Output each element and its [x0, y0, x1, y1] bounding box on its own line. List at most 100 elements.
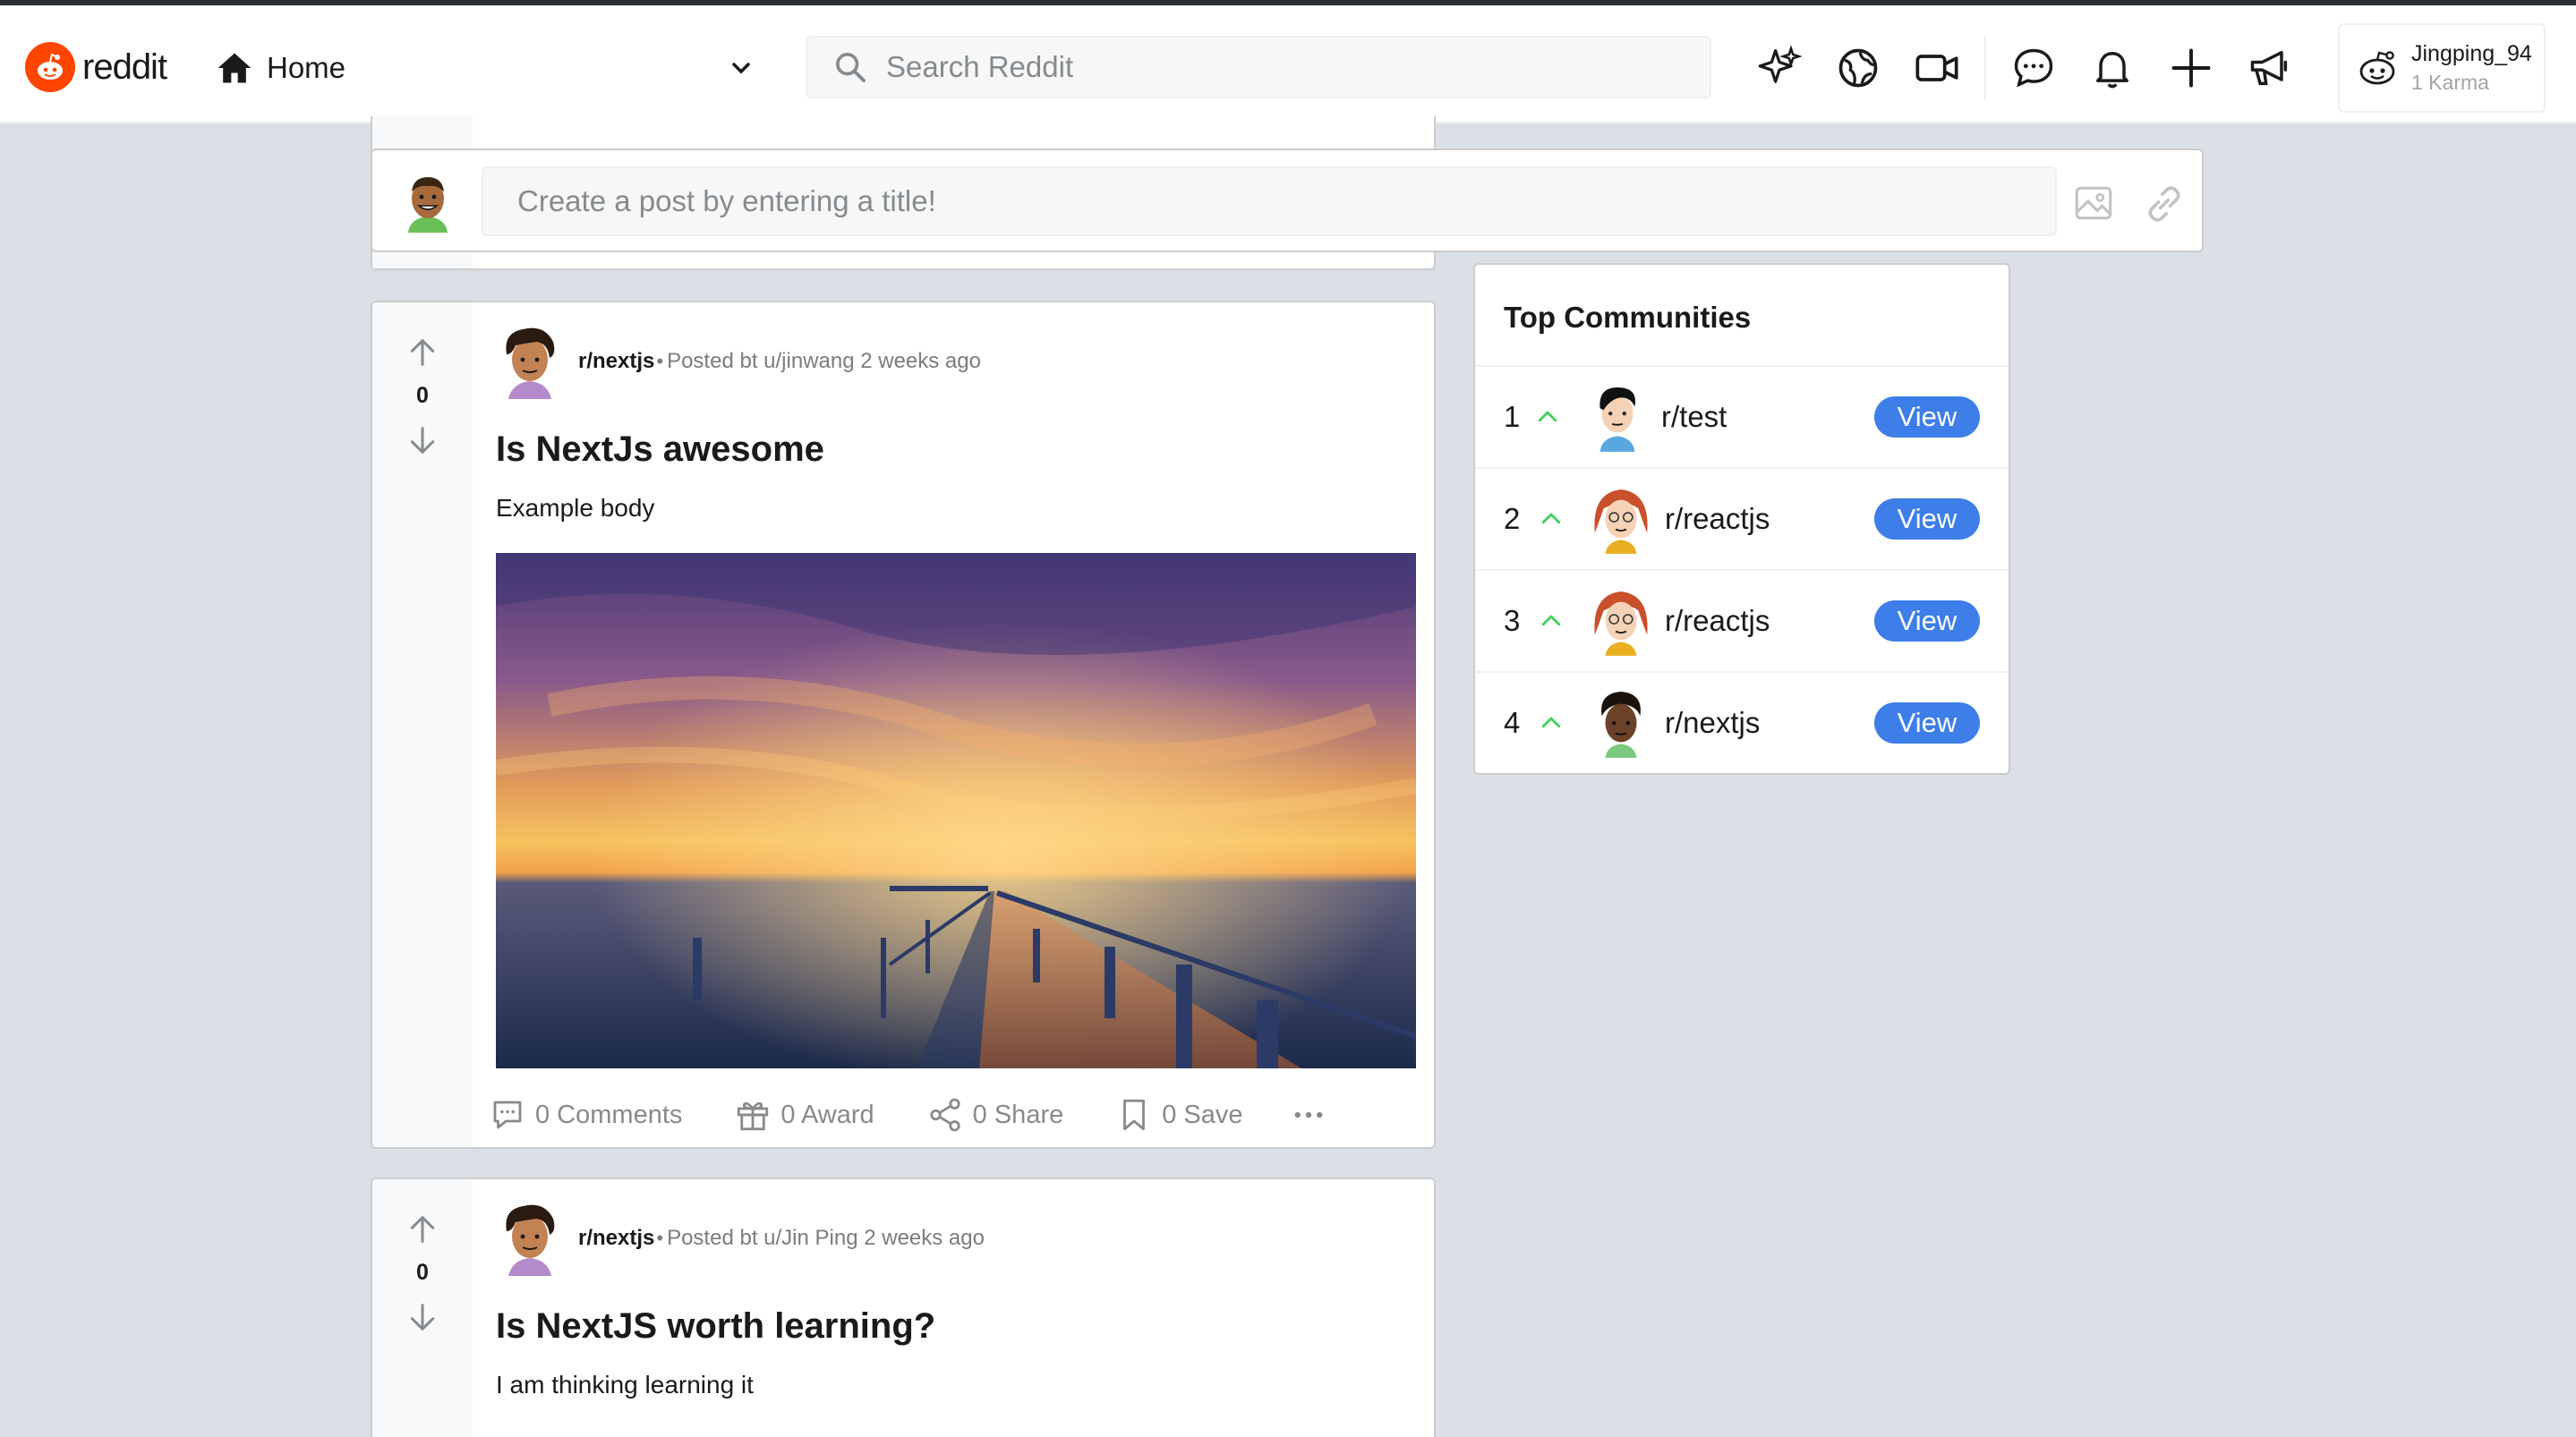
link-icon[interactable]: [2141, 181, 2188, 227]
community-name[interactable]: r/reactjs: [1665, 604, 1770, 638]
post-title[interactable]: Is NextJs awesome: [496, 429, 824, 470]
share-icon: [930, 1098, 960, 1132]
vote-score: 0: [416, 1260, 429, 1285]
community-avatar: [1599, 387, 1635, 452]
view-community-button[interactable]: View: [1874, 498, 1980, 540]
post-card[interactable]: 0 r/nextjs • Posted bt u/jinwang 2 weeks…: [371, 301, 1436, 1149]
community-row[interactable]: 2 r/reactjs View: [1475, 467, 2009, 569]
post-title[interactable]: Is NextJS worth learning?: [496, 1306, 935, 1347]
trend-up-icon: [1538, 411, 1557, 422]
community-avatar: [1594, 489, 1648, 554]
chevron-down-icon: [732, 63, 750, 74]
community-name[interactable]: r/reactjs: [1665, 502, 1770, 536]
bookmark-icon: [1123, 1099, 1146, 1131]
vote-score: 0: [416, 383, 429, 408]
share-count: 0 Share: [972, 1100, 1064, 1129]
view-community-button[interactable]: View: [1874, 702, 1980, 744]
popular-button[interactable]: [1756, 45, 1803, 91]
post-meta: r/nextjs • Posted bt u/jinwang 2 weeks a…: [498, 324, 981, 399]
more-options-button[interactable]: [1290, 1096, 1327, 1134]
video-icon: [1915, 55, 1958, 81]
subreddit-link[interactable]: r/nextjs: [578, 1226, 654, 1251]
advertise-button[interactable]: [2247, 45, 2293, 91]
post-body: I am thinking learning it: [496, 1371, 754, 1399]
upvote-arrow-icon[interactable]: [405, 335, 440, 370]
create-post-title-input[interactable]: [482, 166, 2057, 236]
award-count: 0 Award: [780, 1100, 874, 1129]
chat-button[interactable]: [2010, 45, 2057, 91]
home-icon: [218, 53, 252, 83]
trend-up-icon: [1541, 717, 1561, 728]
sparkle-icon: [1758, 45, 1803, 83]
bell-icon: [2096, 52, 2128, 89]
search-bar: [806, 36, 1711, 98]
chat-icon: [2014, 48, 2053, 88]
post-actions: 0 Comments 0 Award 0 Share 0 Save: [489, 1086, 1379, 1144]
create-post-box: [371, 149, 2204, 252]
post-byline: Posted bt u/jinwang 2 weeks ago: [667, 349, 981, 373]
community-avatar: [1601, 692, 1641, 758]
community-rank: 2: [1504, 502, 1521, 535]
globe-icon: [1838, 48, 1878, 88]
save-button[interactable]: 0 Save: [1115, 1096, 1243, 1134]
video-button[interactable]: [1914, 45, 1960, 91]
more-dots-icon: [1294, 1111, 1322, 1118]
downvote-arrow-icon[interactable]: [405, 422, 440, 458]
feed-selector-dropdown[interactable]: Home: [215, 32, 761, 104]
create-post-button[interactable]: [2168, 45, 2214, 91]
all-button[interactable]: [1835, 45, 1881, 91]
community-rank: 4: [1504, 706, 1521, 739]
user-snoo-icon: [2359, 51, 2395, 85]
downvote-arrow-icon[interactable]: [405, 1299, 440, 1335]
top-communities-title: Top Communities: [1504, 301, 1752, 334]
community-rank: 1: [1504, 400, 1521, 433]
reddit-logo[interactable]: reddit: [25, 41, 167, 93]
trend-up-icon: [1541, 513, 1561, 524]
megaphone-icon: [2250, 50, 2288, 86]
upvote-arrow-icon[interactable]: [405, 1212, 440, 1247]
reddit-snoo-icon: [25, 42, 75, 92]
share-button[interactable]: 0 Share: [926, 1096, 1064, 1134]
vote-rail: 0: [372, 302, 473, 1147]
vote-rail: 0: [372, 1179, 473, 1437]
community-row[interactable]: 3 r/reactjs View: [1475, 569, 2009, 671]
award-button[interactable]: 0 Award: [734, 1096, 874, 1134]
meta-separator: •: [656, 350, 664, 372]
subreddit-link[interactable]: r/nextjs: [578, 349, 654, 374]
feed-selector-label: Home: [267, 51, 346, 84]
post-image[interactable]: [496, 553, 1416, 1068]
karma-count: 1 Karma: [2411, 71, 2489, 94]
plus-icon: [2171, 48, 2211, 88]
top-communities-card: Top Communities 1 r/test View 2 r/reactj…: [1473, 263, 2010, 775]
community-rank: 3: [1504, 604, 1521, 637]
community-row[interactable]: 1 r/test View: [1475, 365, 2009, 467]
subreddit-avatar[interactable]: [498, 324, 562, 399]
post-byline: Posted bt u/Jin Ping 2 weeks ago: [667, 1226, 985, 1250]
user-menu[interactable]: Jingping_94 1 Karma: [2338, 23, 2546, 113]
community-avatar: [1594, 591, 1648, 656]
user-avatar[interactable]: [397, 172, 458, 233]
gift-icon: [738, 1101, 769, 1131]
search-input[interactable]: [886, 50, 1674, 84]
save-count: 0 Save: [1162, 1100, 1243, 1129]
username: Jingping_94: [2411, 41, 2532, 66]
comment-icon: [493, 1101, 522, 1129]
top-navbar: reddit Home Search Reddit Jingping_94 1 …: [0, 5, 2576, 123]
subreddit-avatar[interactable]: [498, 1201, 562, 1276]
comments-count: 0 Comments: [535, 1100, 683, 1129]
post-card[interactable]: 0 r/nextjs • Posted bt u/Jin Ping 2 week…: [371, 1178, 1436, 1437]
view-community-button[interactable]: View: [1874, 600, 1980, 642]
post-meta: r/nextjs • Posted bt u/Jin Ping 2 weeks …: [498, 1201, 985, 1276]
search-icon: [836, 53, 866, 82]
trend-up-icon: [1541, 615, 1561, 626]
community-name[interactable]: r/nextjs: [1665, 706, 1760, 740]
header-divider: [1984, 36, 1986, 100]
post-body: Example body: [496, 494, 655, 522]
community-name[interactable]: r/test: [1661, 400, 1727, 434]
comments-button[interactable]: 0 Comments: [489, 1096, 682, 1134]
community-row[interactable]: 4 r/nextjs View: [1475, 671, 2009, 773]
notifications-button[interactable]: [2089, 45, 2136, 91]
view-community-button[interactable]: View: [1874, 396, 1980, 438]
image-upload-icon[interactable]: [2071, 181, 2116, 225]
meta-separator: •: [656, 1227, 664, 1249]
